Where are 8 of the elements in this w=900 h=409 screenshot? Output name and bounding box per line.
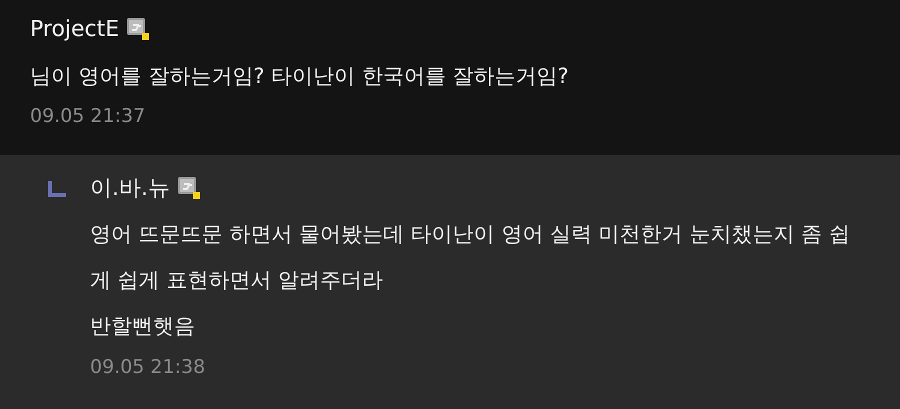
reply-text: 반할뻔햇음 bbox=[90, 313, 196, 340]
timestamp: 09.05 21:37 bbox=[30, 104, 146, 129]
author-name: ProjectE bbox=[30, 16, 120, 42]
timestamp: 09.05 21:38 bbox=[90, 355, 206, 380]
reply-icon bbox=[48, 181, 66, 197]
reply-text: 영어 뜨문뜨문 하면서 물어봤는데 타이난이 영어 실력 미천한거 눈치챘는지 좀 쉽게 쉽게 표현하면서 알려주더라 bbox=[90, 221, 851, 294]
author-name: 이.바.뉴 bbox=[90, 175, 170, 203]
comment-text: 님이 영어를 잘하는거임? 타이난이 한국어를 잘하는거임? bbox=[30, 63, 570, 90]
